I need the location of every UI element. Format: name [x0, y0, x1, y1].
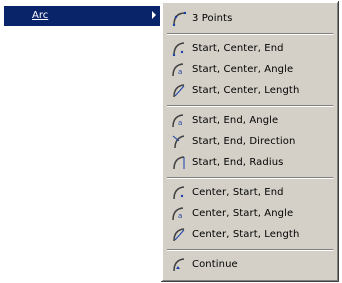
menu-item-center-start-length[interactable]: Center, Start, Length [165, 224, 335, 245]
menu-item-start-end-angle[interactable]: a Start, End, Angle [165, 110, 335, 131]
separator [167, 105, 333, 107]
menu-item-arc-label: Arc [32, 10, 49, 21]
arc-center-start-length-icon [173, 228, 185, 242]
menu-item-label: Start, End, Radius [192, 157, 284, 168]
arc-start-center-length-icon [173, 84, 185, 98]
separator [167, 33, 333, 35]
menu-item-label: Start, End, Direction [192, 136, 296, 147]
svg-text:a: a [178, 212, 182, 220]
menu-item-center-start-angle[interactable]: a Center, Start, Angle [165, 203, 335, 224]
menu-item-label: 3 Points [192, 13, 233, 24]
separator [167, 249, 333, 251]
arc-start-center-end-icon [172, 42, 185, 56]
menu-item-3-points[interactable]: 3 Points [165, 8, 335, 29]
separator [167, 177, 333, 179]
menu-item-label: Continue [192, 259, 238, 270]
arc-center-start-end-icon [173, 186, 185, 200]
menu-item-start-end-radius[interactable]: Start, End, Radius [165, 152, 335, 173]
menu-item-start-end-direction[interactable]: Start, End, Direction [165, 131, 335, 152]
arc-start-end-direction-icon [172, 135, 185, 149]
svg-text:a: a [178, 68, 182, 76]
arc-3-points-icon [172, 11, 187, 26]
menu-item-label: Start, Center, End [192, 43, 284, 54]
arc-submenu: 3 Points Start, Center, End a Start, Cen… [161, 1, 339, 282]
menu-item-label: Start, Center, Length [192, 85, 300, 96]
arc-start-end-radius-icon [173, 156, 185, 170]
menu-item-label: Start, End, Angle [192, 115, 279, 126]
menu-item-label: Center, Start, Angle [192, 208, 294, 219]
menu-item-start-center-angle[interactable]: a Start, Center, Angle [165, 59, 335, 80]
menu-panel-background [0, 0, 164, 283]
arc-continue-icon [173, 258, 185, 272]
arc-start-center-angle-icon: a [172, 63, 184, 77]
menu-item-arc[interactable]: Arc [4, 6, 160, 26]
menu-item-label: Center, Start, End [192, 187, 284, 198]
arc-start-end-angle-icon: a [172, 114, 184, 128]
menu-item-start-center-end[interactable]: Start, Center, End [165, 38, 335, 59]
submenu-arrow-icon [152, 11, 156, 19]
menu-item-center-start-end[interactable]: Center, Start, End [165, 182, 335, 203]
menu-item-label: Start, Center, Angle [192, 64, 294, 75]
menu-item-start-center-length[interactable]: Start, Center, Length [165, 80, 335, 101]
arc-center-start-angle-icon: a [172, 207, 184, 221]
menu-item-continue[interactable]: Continue [165, 254, 335, 275]
menu-item-label: Center, Start, Length [192, 229, 300, 240]
svg-text:a: a [178, 119, 182, 127]
